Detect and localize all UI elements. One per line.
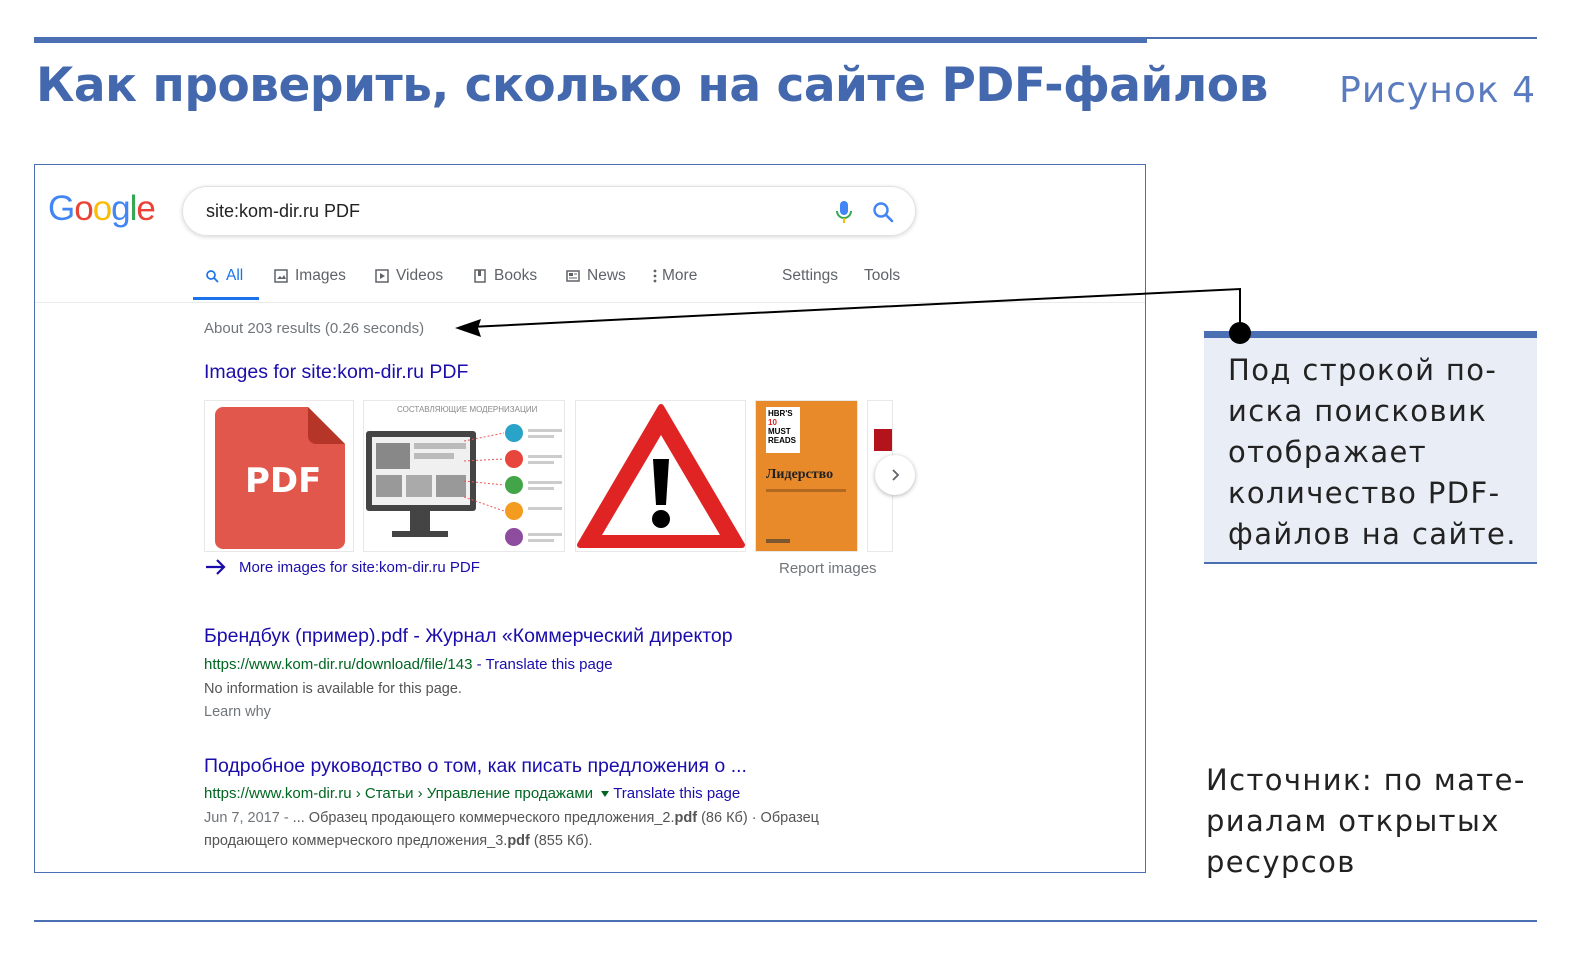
image-thumb-book[interactable]: HBR'S 10 MUST READS Лидерство — [755, 400, 858, 552]
result-snippet: No information is available for this pag… — [204, 681, 462, 697]
snippet-text: (86 Кб) · Образец — [697, 810, 819, 826]
image-thumb-infographic[interactable]: СОСТАВЛЯЮЩИЕ МОДЕРНИЗАЦИИ — [363, 400, 565, 552]
tab-label: Images — [295, 267, 346, 284]
pdf-label: PDF — [245, 461, 322, 501]
tab-label: News — [587, 267, 626, 284]
book-series-word: MUST — [768, 427, 791, 436]
result-url: https://www.kom-dir.ru/download/file/143… — [204, 656, 613, 673]
result-url-text: https://www.kom-dir.ru › Статьи › Управл… — [204, 785, 594, 802]
callout-top-bar — [1204, 331, 1537, 338]
partial-image — [874, 429, 892, 451]
book-subtitle-bar — [766, 489, 846, 492]
search-icon[interactable] — [871, 200, 895, 224]
more-vertical-icon — [653, 269, 657, 283]
logo-letter: o — [92, 189, 112, 228]
book-series-badge: HBR'S 10 MUST READS — [766, 407, 800, 453]
search-box[interactable]: site:kom-dir.ru PDF — [182, 186, 916, 236]
result-date: Jun 7, 2017 - — [204, 810, 293, 826]
header-rule-thick — [34, 37, 1147, 43]
image-thumb-warning[interactable] — [575, 400, 746, 552]
result-url: https://www.kom-dir.ru › Статьи › Управл… — [204, 785, 740, 802]
result-url-text: https://www.kom-dir.ru/download/file/143 — [204, 656, 473, 673]
logo-letter: g — [111, 189, 130, 228]
tab-images[interactable]: Images — [274, 267, 346, 285]
next-images-button[interactable] — [875, 455, 915, 495]
snippet-text: (855 Кб). — [529, 833, 593, 849]
snippet-text: продающего коммерческого предложения_3. — [204, 833, 508, 849]
tab-books[interactable]: Books — [473, 267, 537, 285]
more-images-link[interactable]: More images for site:kom-dir.ru PDF — [205, 558, 480, 576]
tab-label: Videos — [396, 267, 444, 284]
logo-letter: G — [48, 189, 75, 228]
logo-letter: o — [74, 189, 93, 228]
snippet-bold: pdf — [507, 833, 530, 849]
callout-text: Под строкой по- иска поисковик отображае… — [1228, 353, 1517, 551]
news-icon — [566, 270, 580, 282]
result-stats: About 203 results (0.26 seconds) — [204, 320, 425, 337]
tab-label: All — [226, 267, 244, 284]
book-series-word: HBR'S — [768, 409, 793, 418]
learn-why-link[interactable]: Learn why — [204, 701, 271, 724]
search-input[interactable]: site:kom-dir.ru PDF — [206, 201, 360, 222]
warning-icon — [577, 404, 745, 548]
report-images-link[interactable]: Report images — [779, 560, 877, 577]
tab-videos[interactable]: Videos — [375, 267, 443, 285]
infographic-caption: СОСТАВЛЯЮЩИЕ МОДЕРНИЗАЦИИ — [397, 405, 538, 414]
tab-label: More — [662, 267, 698, 284]
search-icon — [206, 270, 219, 283]
tab-settings[interactable]: Settings — [782, 267, 838, 285]
snippet-bold: pdf — [674, 810, 698, 826]
active-tab-indicator — [193, 297, 259, 300]
result-title-link[interactable]: Брендбук (пример).pdf - Журнал «Коммерче… — [204, 625, 733, 648]
result-title-link[interactable]: Подробное руководство о том, как писать … — [204, 755, 747, 778]
chevron-right-icon — [892, 469, 900, 481]
tab-label: Books — [494, 267, 538, 284]
image-icon — [274, 269, 288, 283]
book-series-word: READS — [768, 436, 797, 445]
figure-number: Рисунок 4 — [1339, 70, 1536, 111]
header-rule-thin — [1147, 37, 1537, 39]
translate-link[interactable]: Translate this page — [613, 785, 740, 802]
book-title: Лидерство — [766, 467, 834, 482]
result-snippet: продающего коммерческого предложения_3.p… — [204, 830, 593, 853]
tabs-divider — [35, 302, 1145, 303]
figure-title: Как проверить, сколько на сайте PDF-файл… — [36, 58, 1268, 113]
book-series-word: 10 — [768, 418, 777, 427]
footer-rule — [34, 920, 1537, 922]
images-heading-link[interactable]: Images for site:kom-dir.ru PDF — [204, 361, 468, 384]
logo-letter: e — [136, 189, 155, 228]
tab-tools[interactable]: Tools — [864, 267, 900, 285]
google-logo[interactable]: Google — [48, 189, 156, 229]
tab-all[interactable]: All — [205, 267, 243, 285]
caret-down-icon[interactable] — [600, 790, 610, 798]
monitor-illustration — [366, 424, 562, 546]
snippet-text: ... Образец продающего коммерческого пре… — [292, 810, 675, 826]
microphone-icon[interactable] — [833, 199, 855, 225]
tab-more[interactable]: More — [653, 267, 697, 285]
arrow-right-icon — [206, 559, 226, 575]
translate-link[interactable]: - Translate this page — [472, 656, 613, 673]
tab-news[interactable]: News — [566, 267, 626, 285]
tab-label: Settings — [782, 267, 839, 284]
logo-letter: l — [129, 189, 138, 228]
image-thumb-pdf[interactable]: PDF — [204, 400, 354, 552]
tab-label: Tools — [864, 267, 901, 284]
book-icon — [474, 269, 486, 283]
callout-box: Под строкой по- иска поисковик отображае… — [1204, 338, 1537, 564]
google-screenshot: Google site:kom-dir.ru PDF All Images Vi… — [34, 164, 1146, 873]
more-images-label: More images for site:kom-dir.ru PDF — [239, 558, 480, 576]
result-snippet: Jun 7, 2017 - ... Образец продающего ком… — [204, 807, 819, 830]
book-publisher-mark — [766, 539, 790, 543]
video-icon — [375, 269, 389, 283]
source-note: Источник: по мате- риалам открытых ресур… — [1206, 763, 1526, 879]
